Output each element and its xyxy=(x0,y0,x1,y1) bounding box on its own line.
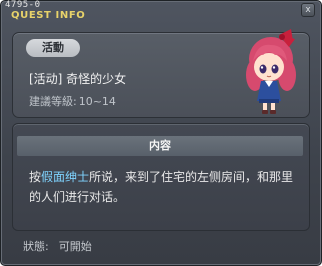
quest-description: 按假面绅士所说，来到了住宅的左侧房间，和那里的人们进行对话。 xyxy=(29,167,305,207)
npc-name-highlight[interactable]: 假面绅士 xyxy=(41,170,89,184)
recommended-level-label: 建議等級: xyxy=(29,95,77,108)
content-header: 内容 xyxy=(17,136,303,156)
quest-type-tag: 活動 xyxy=(26,39,80,57)
quest-status: 狀態: 可開始 xyxy=(23,238,92,254)
status-value: 可開始 xyxy=(58,240,92,253)
quest-id-label: 4795-0 xyxy=(5,0,41,10)
description-prefix: 按 xyxy=(29,170,42,184)
quest-info-window: 4795-0 QUEST INFO x 活動 [活动] 奇怪的少女 建議等級: 1… xyxy=(0,0,322,266)
close-button[interactable]: x xyxy=(301,3,315,17)
quest-summary-card: 活動 [活动] 奇怪的少女 建議等級: 10~14 xyxy=(12,29,310,118)
close-icon: x xyxy=(305,5,311,15)
recommended-level: 建議等級: 10~14 xyxy=(29,93,116,109)
recommended-level-value: 10~14 xyxy=(78,95,116,108)
content-panel: 内容 按假面绅士所说，来到了住宅的左侧房间，和那里的人们进行对话。 xyxy=(12,123,310,231)
window-title: QUEST INFO xyxy=(11,10,86,21)
status-label: 狀態: xyxy=(23,240,49,253)
girl-npc-portrait-icon xyxy=(246,29,296,114)
quest-name: [活动] 奇怪的少女 xyxy=(29,72,127,86)
